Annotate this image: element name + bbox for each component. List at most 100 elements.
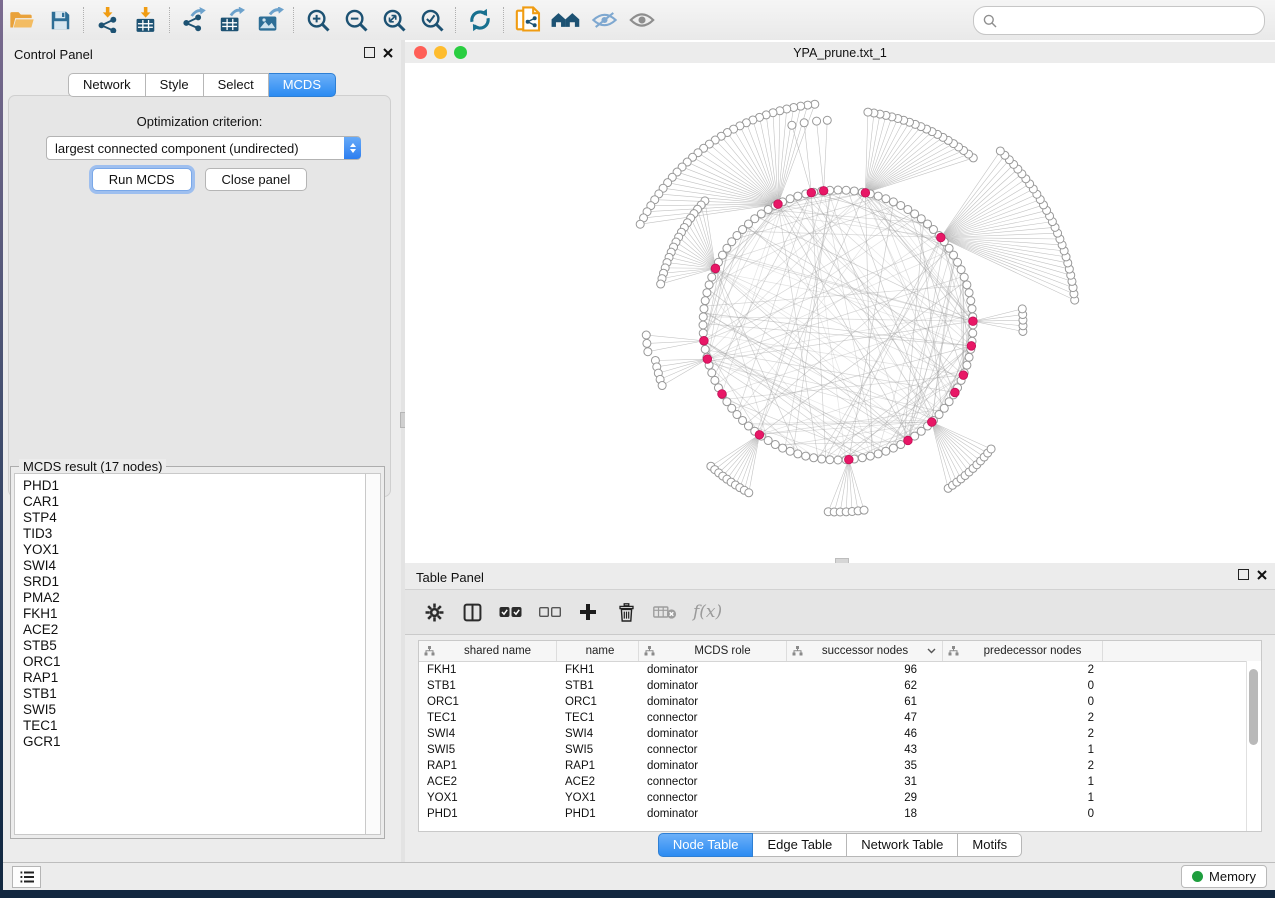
delete-column-icon[interactable] [615,599,637,625]
list-item[interactable]: SRD1 [23,574,367,590]
list-item[interactable]: STB1 [23,686,367,702]
table-cell: dominator [639,760,787,772]
list-item[interactable]: TID3 [23,526,367,542]
table-scrollbar[interactable] [1246,661,1261,831]
table-row[interactable]: ACE2ACE2connector311 [419,774,1261,790]
list-item[interactable]: PMA2 [23,590,367,606]
select-all-checkboxes-icon[interactable] [499,599,523,625]
table-cell: connector [639,744,787,756]
list-item[interactable]: SWI5 [23,702,367,718]
tab-mcds[interactable]: MCDS [269,73,336,97]
table-row[interactable]: YOX1YOX1connector291 [419,790,1261,806]
show-column-icon[interactable] [461,599,483,625]
table-row[interactable]: FKH1FKH1dominator962 [419,662,1261,678]
mcds-result-scrollbar[interactable] [365,473,381,835]
network-window: YPA_prune.txt_1 [405,40,1275,563]
column-header-predecessor-nodes[interactable]: predecessor nodes [943,641,1103,661]
list-item[interactable]: FKH1 [23,606,367,622]
tab-select[interactable]: Select [204,73,269,97]
zoom-out-icon[interactable] [337,4,375,36]
memory-button[interactable]: Memory [1181,865,1267,888]
tab-network-table[interactable]: Network Table [847,833,958,857]
table-scrollbar-thumb[interactable] [1249,669,1258,745]
show-all-icon[interactable] [623,4,661,36]
table-cell: 1 [943,776,1103,788]
close-table-panel-icon[interactable] [1257,570,1267,580]
tab-edge-table[interactable]: Edge Table [753,833,847,857]
search-input[interactable] [1003,10,1264,32]
list-item[interactable]: STP4 [23,510,367,526]
list-item[interactable]: ORC1 [23,654,367,670]
table-row[interactable]: ORC1ORC1dominator610 [419,694,1261,710]
export-table-icon[interactable] [213,4,251,36]
save-session-icon[interactable] [41,4,79,36]
table-cell: 0 [943,696,1103,708]
zoom-selected-icon[interactable] [413,4,451,36]
network-canvas[interactable] [405,63,1275,561]
table-panel-title: Table Panel [416,570,484,585]
deselect-all-checkboxes-icon[interactable] [539,599,561,625]
table-row[interactable]: TEC1TEC1connector472 [419,710,1261,726]
function-builder-icon: f(x) [693,599,722,625]
table-row[interactable]: RAP1RAP1dominator352 [419,758,1261,774]
table-cell: dominator [639,728,787,740]
mcds-panel: Optimization criterion: largest connecte… [8,95,391,497]
mcds-result-list[interactable]: PHD1CAR1STP4TID3YOX1SWI4SRD1PMA2FKH1ACE2… [14,473,367,835]
open-file-icon[interactable] [3,4,41,36]
table-cell: 1 [943,744,1103,756]
table-row[interactable]: STB1STB1dominator620 [419,678,1261,694]
zoom-in-icon[interactable] [299,4,337,36]
list-item[interactable]: ACE2 [23,622,367,638]
column-header-name[interactable]: name [557,641,639,661]
task-history-button[interactable] [12,866,41,888]
float-panel-icon[interactable] [364,47,375,58]
table-row[interactable]: PHD1PHD1dominator180 [419,806,1261,822]
list-item[interactable]: STB5 [23,638,367,654]
settings-gear-icon[interactable] [423,599,445,625]
select-stepper-icon [344,137,361,159]
table-cell: SWI5 [557,744,639,756]
list-item[interactable]: YOX1 [23,542,367,558]
column-header-successor-nodes[interactable]: successor nodes [787,641,943,661]
list-item[interactable]: RAP1 [23,670,367,686]
optimization-criterion-select[interactable]: largest connected component (undirected) [46,136,361,160]
list-item[interactable]: GCR1 [23,734,367,750]
import-network-icon[interactable] [89,4,127,36]
tab-network[interactable]: Network [68,73,146,97]
main-toolbar [3,0,1275,41]
table-cell: STB1 [419,680,557,692]
zoom-fit-icon[interactable] [375,4,413,36]
table-cell: dominator [639,696,787,708]
duplicate-network-icon[interactable] [509,4,547,36]
list-item[interactable]: SWI4 [23,558,367,574]
toolbar-separator [169,7,171,33]
table-cell: YOX1 [557,792,639,804]
list-item[interactable]: CAR1 [23,494,367,510]
export-image-icon[interactable] [251,4,289,36]
open-recent-icon[interactable] [547,4,585,36]
table-header-row: shared name name MCDS role successor nod… [419,641,1261,662]
float-table-panel-icon[interactable] [1238,569,1249,580]
column-header-mcds-role[interactable]: MCDS role [639,641,787,661]
hide-unselected-icon[interactable] [585,4,623,36]
close-panel-button[interactable]: Close panel [205,168,308,191]
column-header-shared-name[interactable]: shared name [419,641,557,661]
add-column-icon[interactable] [577,599,599,625]
tab-style[interactable]: Style [146,73,204,97]
close-panel-icon[interactable] [383,48,393,58]
export-network-icon[interactable] [175,4,213,36]
refresh-network-icon[interactable] [461,4,499,36]
table-row[interactable]: SWI4SWI4dominator462 [419,726,1261,742]
table-cell: 1 [943,792,1103,804]
tab-motifs[interactable]: Motifs [958,833,1022,857]
import-table-icon[interactable] [127,4,165,36]
search-field[interactable] [973,6,1265,35]
run-mcds-button[interactable]: Run MCDS [92,168,192,191]
column-type-icon [792,646,803,656]
list-item[interactable]: PHD1 [23,478,367,494]
selected-criterion: largest connected component (undirected) [47,141,344,156]
table-cell: ACE2 [419,776,557,788]
list-item[interactable]: TEC1 [23,718,367,734]
tab-node-table[interactable]: Node Table [658,833,754,857]
table-row[interactable]: SWI5SWI5connector431 [419,742,1261,758]
